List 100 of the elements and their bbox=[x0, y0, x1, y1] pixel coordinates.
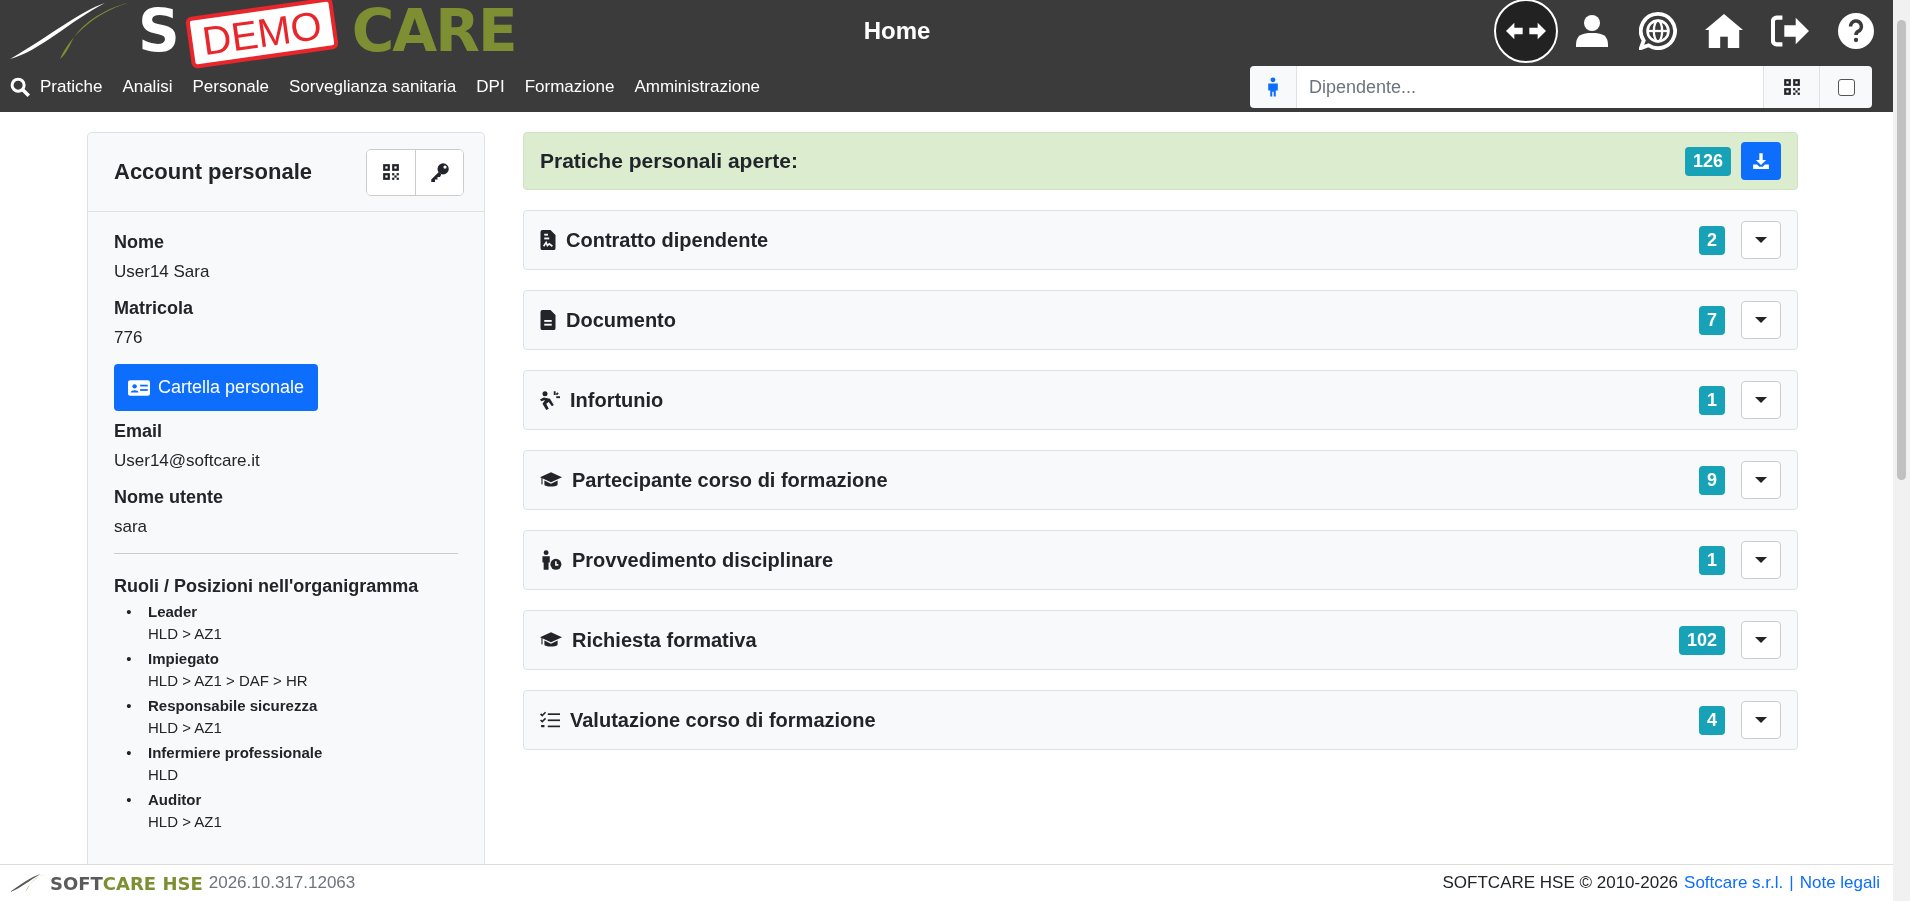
summary-title: Pratiche personali aperte: bbox=[540, 149, 799, 173]
legal-link[interactable]: Note legali bbox=[1799, 873, 1880, 893]
category-panel[interactable]: Infortunio 1 bbox=[523, 370, 1798, 430]
field-value: 776 bbox=[114, 328, 144, 348]
role-name: Impiegato bbox=[148, 650, 220, 667]
employee-search-field[interactable]: Dipendente... bbox=[1297, 66, 1763, 108]
logout-icon bbox=[1771, 15, 1809, 47]
category-panel[interactable]: Contratto dipendente 2 bbox=[523, 210, 1798, 270]
role-path: HLD > AZ1 > DAF > HR bbox=[148, 672, 308, 689]
bullet: • bbox=[125, 650, 133, 669]
role-path: HLD bbox=[148, 766, 179, 783]
nav-link[interactable]: Sorveglianza sanitaria bbox=[279, 77, 467, 97]
standing-person-icon bbox=[1267, 77, 1279, 97]
qr-code-icon bbox=[1782, 78, 1801, 96]
role-name: Responsabile sicurezza bbox=[148, 697, 318, 714]
count-badge: 102 bbox=[1678, 625, 1725, 655]
personal-folder-button[interactable]: Cartella personale bbox=[114, 364, 319, 411]
home-icon bbox=[1705, 13, 1743, 49]
role-path: HLD > AZ1 bbox=[148, 813, 222, 830]
expand-button[interactable] bbox=[1741, 701, 1781, 739]
logo-text: CARE bbox=[351, 0, 516, 65]
expand-button[interactable] bbox=[1741, 221, 1781, 259]
category-panel[interactable]: Richiesta formativa 102 bbox=[523, 610, 1798, 670]
qr-code-icon bbox=[382, 163, 400, 181]
category-title: Contratto dipendente bbox=[566, 228, 770, 252]
field-value: User14 Sara bbox=[114, 262, 211, 282]
count-badge: 4 bbox=[1699, 705, 1725, 735]
expand-button[interactable] bbox=[1741, 541, 1781, 579]
count-badge: 7 bbox=[1699, 305, 1725, 335]
expand-button[interactable] bbox=[1741, 621, 1781, 659]
role-name: Infermiere professionale bbox=[148, 744, 323, 761]
count-badge: 2 bbox=[1699, 225, 1725, 255]
graduation-cap-icon bbox=[540, 631, 562, 649]
person-clock-icon bbox=[540, 550, 562, 570]
download-button[interactable] bbox=[1741, 142, 1781, 180]
nav-link[interactable]: Formazione bbox=[514, 77, 625, 97]
category-title: Provvedimento disciplinare bbox=[572, 548, 835, 572]
field-label: Nome bbox=[114, 232, 165, 253]
download-icon bbox=[1752, 152, 1770, 170]
expand-button[interactable] bbox=[1741, 461, 1781, 499]
category-title: Richiesta formativa bbox=[572, 628, 758, 652]
separator-text: | bbox=[1789, 873, 1794, 893]
field-label: Nome utente bbox=[114, 487, 224, 508]
nav-link[interactable]: Pratiche bbox=[30, 77, 113, 97]
user-icon bbox=[1576, 14, 1608, 48]
category-panel[interactable]: Provvedimento disciplinare 1 bbox=[523, 530, 1798, 590]
qr-scan-button[interactable] bbox=[1763, 66, 1819, 108]
left-right-arrows-icon bbox=[1506, 21, 1546, 41]
swoosh-logo-icon bbox=[10, 1, 130, 61]
category-panel[interactable]: Partecipante corso di formazione 9 bbox=[523, 450, 1798, 510]
copyright-text: SOFTCARE HSE © 2010-2026 bbox=[1442, 873, 1679, 893]
category-title: Valutazione corso di formazione bbox=[570, 708, 877, 732]
falling-person-icon bbox=[540, 390, 560, 410]
swap-button[interactable] bbox=[1494, 0, 1558, 63]
category-title: Infortunio bbox=[570, 388, 665, 412]
nav-link[interactable]: Personale bbox=[182, 77, 280, 97]
role-path: HLD > AZ1 bbox=[148, 625, 222, 642]
category-panel[interactable]: Valutazione corso di formazione 4 bbox=[523, 690, 1798, 750]
count-badge: 1 bbox=[1699, 385, 1725, 415]
version-text: 2026.10.317.12063 bbox=[208, 873, 356, 893]
bullet: • bbox=[125, 791, 133, 810]
graduation-cap-icon bbox=[540, 471, 562, 489]
demo-stamp: DEMO bbox=[184, 0, 339, 70]
search-icon[interactable] bbox=[10, 77, 30, 97]
field-label: Matricola bbox=[114, 298, 195, 319]
card-title: Account personale bbox=[114, 159, 313, 185]
field-value: User14@softcare.it bbox=[114, 451, 261, 471]
checkbox[interactable] bbox=[1837, 78, 1855, 96]
bullet: • bbox=[125, 603, 133, 622]
role-name: Auditor bbox=[148, 791, 203, 808]
role-path: HLD > AZ1 bbox=[148, 719, 223, 736]
role-name: Leader bbox=[148, 603, 199, 620]
logo-text: S bbox=[138, 0, 178, 65]
count-badge: 9 bbox=[1699, 465, 1725, 495]
nav-link[interactable]: Amministrazione bbox=[624, 77, 771, 97]
footer-logo-text: SOFTCARE HSE bbox=[50, 872, 203, 894]
file-signature-icon bbox=[540, 230, 556, 250]
category-panel[interactable]: Documento 7 bbox=[523, 290, 1798, 350]
globe-chat-icon bbox=[1639, 12, 1677, 50]
document-icon bbox=[540, 310, 556, 330]
bullet: • bbox=[125, 744, 133, 763]
category-title: Documento bbox=[566, 308, 677, 332]
id-card-icon bbox=[128, 378, 150, 397]
expand-button[interactable] bbox=[1741, 381, 1781, 419]
scrollbar[interactable] bbox=[1893, 0, 1910, 901]
key-icon bbox=[429, 162, 450, 182]
expand-button[interactable] bbox=[1741, 301, 1781, 339]
bullet: • bbox=[125, 697, 133, 716]
help-icon bbox=[1838, 13, 1874, 49]
company-link[interactable]: Softcare s.r.l. bbox=[1684, 873, 1784, 893]
field-label: Email bbox=[114, 421, 164, 442]
checklist-icon bbox=[540, 711, 560, 729]
nav-link[interactable]: Analisi bbox=[112, 77, 183, 97]
password-key-button[interactable] bbox=[415, 149, 463, 195]
count-badge: 1 bbox=[1699, 545, 1725, 575]
field-value: sara bbox=[114, 517, 149, 537]
category-title: Partecipante corso di formazione bbox=[572, 468, 889, 492]
section-heading: Ruoli / Posizioni nell'organigramma bbox=[114, 576, 420, 597]
count-badge: 126 bbox=[1684, 146, 1731, 176]
nav-link[interactable]: DPI bbox=[466, 77, 515, 97]
